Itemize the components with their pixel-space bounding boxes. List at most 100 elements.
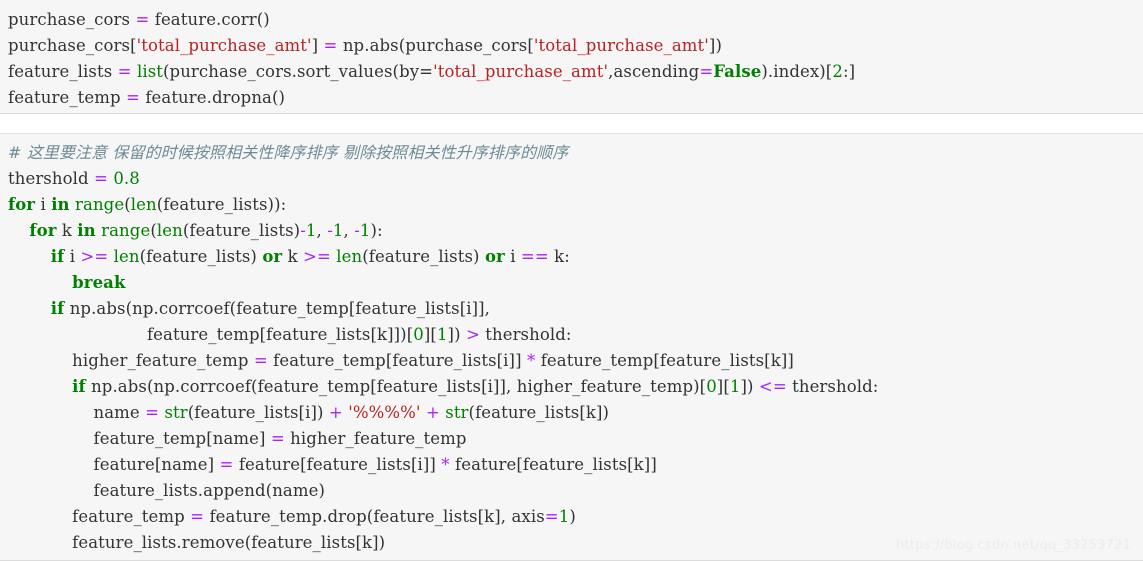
code-token: len: [156, 221, 183, 240]
code-lines-block2: # 这里要注意 保留的时候按照相关性降序排序 剔除按照相关性升序排序的顺序 the…: [0, 140, 1143, 556]
code-token: =: [323, 36, 338, 55]
code-token: 0: [413, 325, 424, 344]
code-token: =: [94, 169, 108, 188]
code-token: >=: [303, 247, 331, 266]
code-token: range: [75, 195, 125, 214]
code-token: purchase_cors: [8, 10, 136, 29]
code-token: (purchase_cors.sort_values(by=: [163, 62, 434, 81]
code-token: len: [113, 247, 140, 266]
code-token: thershold:: [786, 377, 879, 396]
code-token: len: [336, 247, 363, 266]
code-token: =: [126, 88, 140, 107]
code-token: =: [145, 403, 160, 422]
code-token: for: [8, 195, 36, 214]
code-token: np.abs(np.corrcoef(feature_temp[feature_…: [64, 299, 491, 318]
code-token: =: [253, 351, 268, 370]
code-token: =: [135, 10, 150, 29]
code-token: =: [117, 62, 132, 81]
code-token: ).index)[: [761, 62, 833, 81]
code-token: 1: [305, 221, 317, 240]
code-token: ][: [716, 377, 730, 396]
code-token: ):: [370, 221, 383, 240]
code-token: list: [136, 62, 163, 81]
code-token: feature_lists.append(name): [8, 481, 326, 500]
code-line: break: [0, 270, 1143, 296]
code-token: break: [72, 273, 126, 292]
code-token: >=: [80, 247, 109, 266]
code-token: ]): [740, 377, 759, 396]
code-token: feature_temp[name]: [8, 429, 271, 448]
code-token: i: [35, 195, 52, 214]
code-token: len: [130, 195, 157, 214]
code-token: ]: [311, 36, 324, 55]
code-token: (feature_lists)):: [156, 195, 287, 214]
code-token: if: [72, 377, 86, 396]
code-token: ,ascending: [608, 62, 700, 81]
code-token: higher_feature_temp: [8, 351, 254, 370]
code-token: 1: [359, 221, 371, 240]
code-token: <=: [758, 377, 787, 396]
code-token: :]: [842, 62, 856, 81]
code-block-feature-cross[interactable]: # 这里要注意 保留的时候按照相关性降序排序 剔除按照相关性升序排序的顺序 the…: [0, 133, 1143, 561]
code-line: thershold = 0.8: [0, 166, 1143, 192]
code-line: purchase_cors['total_purchase_amt'] = np…: [0, 33, 1143, 59]
code-token: >: [465, 325, 480, 344]
code-token: 2: [832, 62, 843, 81]
code-token: feature_lists: [8, 62, 118, 81]
code-token: feature_temp.drop(feature_lists[k], axis: [204, 507, 545, 526]
code-line: purchase_cors = feature.corr(): [0, 7, 1143, 33]
code-block-setup[interactable]: purchase_cors = feature.corr() purchase_c…: [0, 0, 1143, 114]
code-token: False: [713, 62, 762, 81]
code-line: if np.abs(np.corrcoef(feature_temp[featu…: [0, 374, 1143, 400]
code-token: =: [270, 429, 285, 448]
code-screenshot-root: purchase_cors = feature.corr() purchase_c…: [0, 0, 1143, 561]
code-token: +: [328, 403, 343, 422]
code-token: *: [441, 455, 450, 474]
code-token: (feature_lists[i]): [187, 403, 329, 422]
code-token: 1: [436, 325, 448, 344]
code-token: k:: [548, 247, 570, 266]
code-token: =: [699, 62, 714, 81]
code-line: feature_temp[name] = higher_feature_temp: [0, 426, 1143, 452]
code-token: feature[feature_lists[k]]: [449, 455, 657, 474]
code-token: ,: [316, 221, 328, 240]
code-token: str: [164, 403, 188, 422]
code-token: for: [29, 221, 57, 240]
code-token: 'total_purchase_amt': [533, 36, 709, 55]
code-token: ==: [520, 247, 549, 266]
code-token: 1: [558, 507, 570, 526]
code-line: # 这里要注意 保留的时候按照相关性降序排序 剔除按照相关性升序排序的顺序: [0, 140, 1143, 166]
code-token: 1: [729, 377, 741, 396]
code-token: (feature_lists[k]): [468, 403, 610, 422]
code-line: for k in range(len(feature_lists)-1, -1,…: [0, 218, 1143, 244]
code-line: if np.abs(np.corrcoef(feature_temp[featu…: [0, 296, 1143, 322]
code-line: feature_temp[feature_lists[k]])[0][1]) >…: [0, 322, 1143, 348]
code-token: k: [282, 247, 304, 266]
code-token: '%%%%': [348, 403, 421, 422]
code-token: =: [219, 455, 234, 474]
code-token: k: [56, 221, 78, 240]
code-line: name = str(feature_lists[i]) + '%%%%' + …: [0, 400, 1143, 426]
code-line: for i in range(len(feature_lists)):: [0, 192, 1143, 218]
code-token: 0: [706, 377, 717, 396]
code-token: thershold: [8, 169, 95, 188]
code-token: higher_feature_temp: [284, 429, 467, 448]
code-token: 0.8: [113, 169, 140, 188]
code-token: np.abs(np.corrcoef(feature_temp[feature_…: [85, 377, 707, 396]
code-token: i: [504, 247, 521, 266]
code-token: (feature_lists): [362, 247, 485, 266]
code-token: (feature_lists): [139, 247, 263, 266]
code-token: 'total_purchase_amt': [433, 62, 609, 81]
code-token: 1: [332, 221, 344, 240]
code-token: ,: [343, 221, 355, 240]
code-token: feature[name]: [8, 455, 220, 474]
code-lines-block1: purchase_cors = feature.corr() purchase_c…: [0, 7, 1143, 111]
code-token: (feature_lists): [182, 221, 301, 240]
code-token: =: [544, 507, 559, 526]
code-token: feature_temp[feature_lists[i]]: [267, 351, 527, 370]
